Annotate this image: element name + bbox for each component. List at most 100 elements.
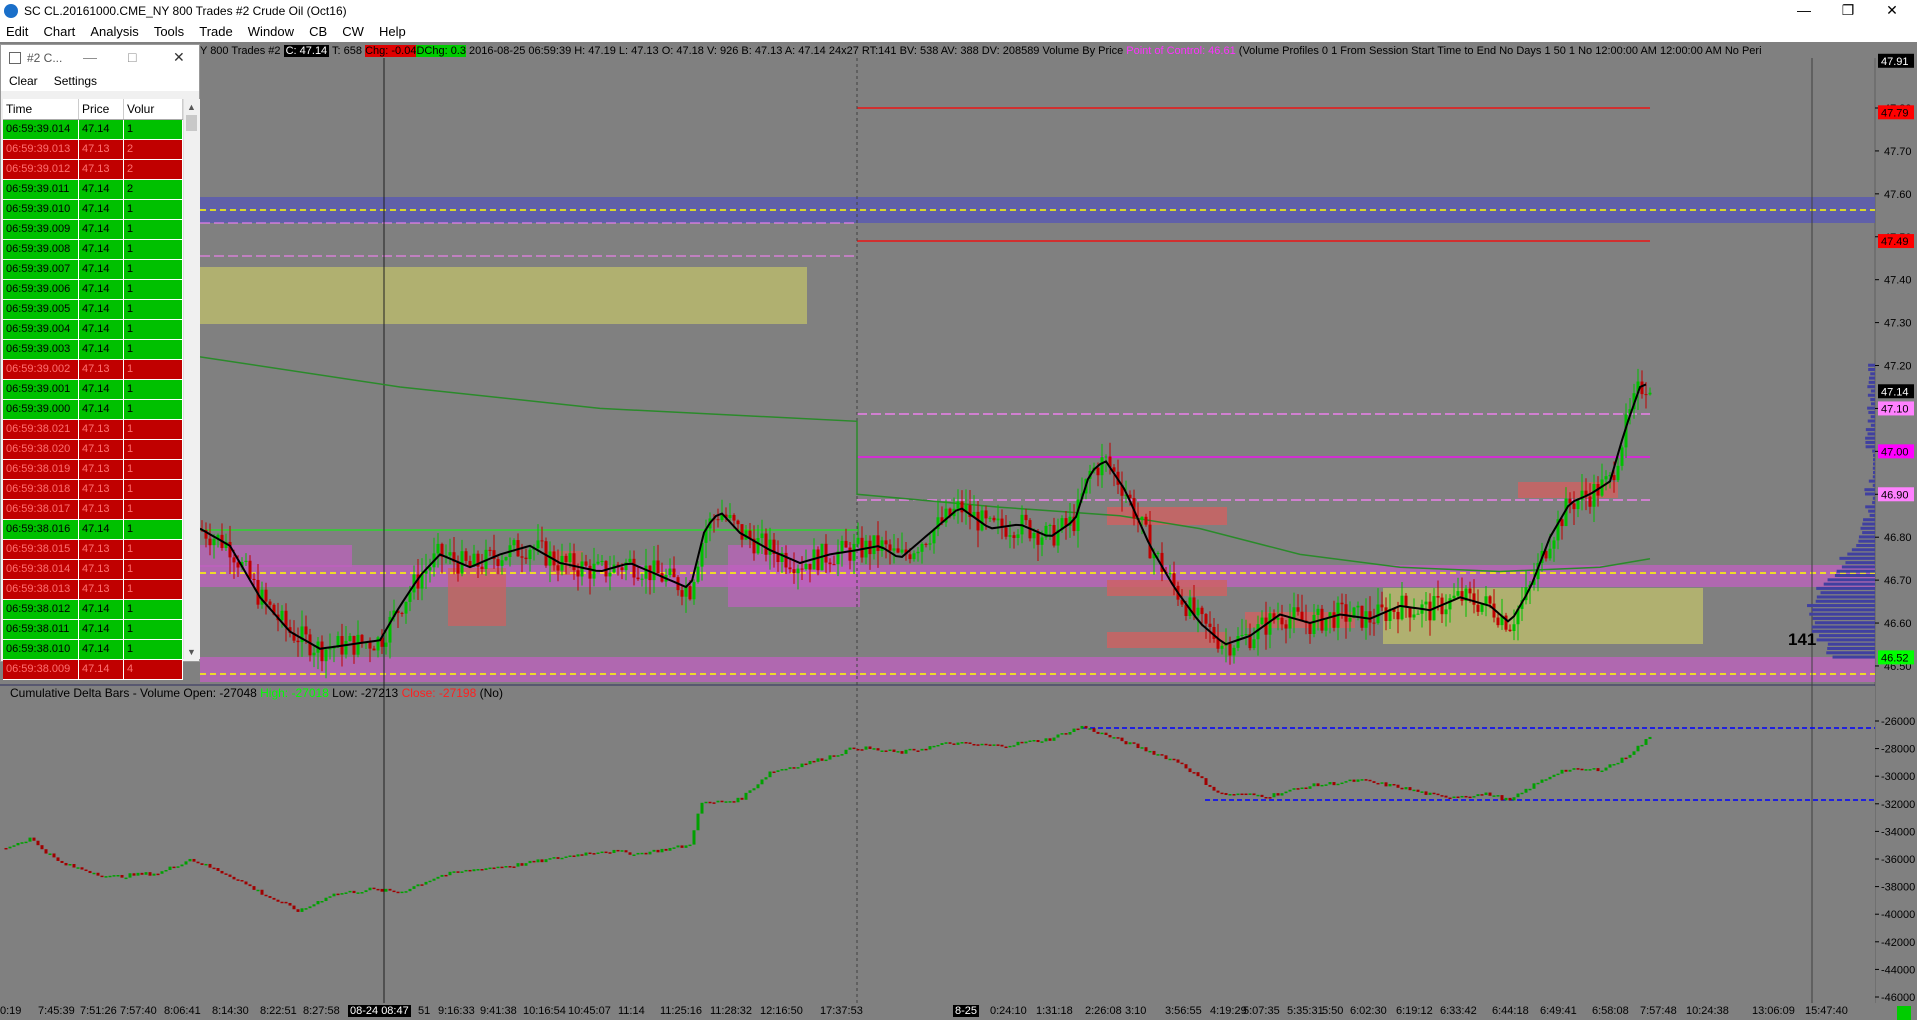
tas-row[interactable]: 06:59:38.019 47.13 1 [3, 460, 183, 480]
tas-grid[interactable]: Time Price Volur 06:59:39.014 47.14 1 06:59… [3, 99, 183, 680]
time-tick-label: 6:44:18 [1492, 1005, 1529, 1017]
price-bar-body [320, 641, 324, 662]
delta-bar [748, 790, 752, 793]
time-and-sales-window[interactable]: #2 C... — □ ✕ Clear Settings Time Price V… [0, 44, 200, 680]
tas-row[interactable]: 06:59:38.011 47.14 1 [3, 620, 183, 640]
profile-bar [1826, 651, 1875, 655]
tas-row[interactable]: 06:59:39.011 47.14 2 [3, 180, 183, 200]
delta-bar [684, 845, 688, 848]
tas-maximize-button[interactable]: □ [128, 49, 136, 65]
delta-bar [1588, 769, 1592, 771]
profile-bar [1862, 522, 1875, 526]
time-tick-label: 8:27:58 [303, 1005, 340, 1017]
delta-bar [1648, 736, 1652, 740]
tas-row[interactable]: 06:59:39.002 47.13 1 [3, 360, 183, 380]
delta-bar [352, 890, 356, 894]
price-bar-body [268, 601, 272, 605]
tas-row[interactable]: 06:59:38.013 47.13 1 [3, 580, 183, 600]
delta-bar [416, 884, 420, 887]
delta-bar [452, 871, 456, 873]
price-bar-body [1368, 611, 1372, 623]
tas-cell-vol: 2 [124, 160, 183, 179]
delta-bar [788, 767, 792, 769]
delta-bar [432, 878, 436, 881]
tas-row[interactable]: 06:59:39.012 47.13 2 [3, 160, 183, 180]
tas-row[interactable]: 06:59:39.008 47.14 1 [3, 240, 183, 260]
delta-panel[interactable] [0, 686, 1875, 1003]
tas-row[interactable]: 06:59:39.009 47.14 1 [3, 220, 183, 240]
scroll-up-icon[interactable]: ▲ [187, 102, 196, 112]
tas-row[interactable]: 06:59:38.016 47.14 1 [3, 520, 183, 540]
price-bar-body [900, 549, 904, 553]
price-bar-body [1004, 527, 1008, 537]
tas-settings-button[interactable]: Settings [54, 74, 97, 88]
tas-row[interactable]: 06:59:38.017 47.13 1 [3, 500, 183, 520]
delta-bar [704, 801, 708, 804]
price-bar-body [556, 565, 560, 571]
delta-bar [404, 891, 408, 893]
time-tick-label: 9:41:38 [480, 1005, 517, 1017]
tas-row[interactable]: 06:59:39.004 47.14 1 [3, 320, 183, 340]
time-tick-label: 6:49:41 [1540, 1005, 1577, 1017]
tas-row[interactable]: 06:59:39.001 47.14 1 [3, 380, 183, 400]
tas-row[interactable]: 06:59:38.009 47.14 4 [3, 660, 183, 680]
scroll-down-icon[interactable]: ▼ [187, 647, 196, 657]
tas-row[interactable]: 06:59:38.012 47.14 1 [3, 600, 183, 620]
delta-bar [1232, 794, 1236, 796]
delta-bar [244, 881, 248, 885]
delta-bar [772, 771, 776, 773]
delta-bar [1216, 790, 1220, 793]
tas-clear-button[interactable]: Clear [9, 74, 38, 88]
tas-row[interactable]: 06:59:38.021 47.13 1 [3, 420, 183, 440]
tas-row[interactable]: 06:59:39.010 47.14 1 [3, 200, 183, 220]
time-axis[interactable]: 0:19 7:45:39 7:51:26 7:57:40 8:06:41 8:14:30 8… [0, 1003, 1917, 1020]
chart-canvas[interactable]: 47.8047.7047.6047.5047.4047.3047.2047.10… [0, 0, 1917, 1020]
delta-bar [1612, 764, 1616, 766]
tas-row[interactable]: 06:59:39.000 47.14 1 [3, 400, 183, 420]
col-volume[interactable]: Volur [124, 99, 183, 119]
delta-bar [92, 872, 96, 875]
tas-row[interactable]: 06:59:38.020 47.13 1 [3, 440, 183, 460]
header-dchange: DChg: 0.3 [416, 45, 466, 57]
price-bar-body [716, 519, 720, 521]
tas-close-button[interactable]: ✕ [173, 49, 185, 66]
price-bar-body [852, 543, 856, 561]
col-price[interactable]: Price [79, 99, 124, 119]
tas-row[interactable]: 06:59:39.007 47.14 1 [3, 260, 183, 280]
delta-bar [232, 876, 236, 880]
tas-row[interactable]: 06:59:38.014 47.13 1 [3, 560, 183, 580]
delta-bar [1280, 793, 1284, 796]
tas-row[interactable]: 06:59:39.006 47.14 1 [3, 280, 183, 300]
time-tick-label: 8:22:51 [260, 1005, 297, 1017]
tas-row[interactable]: 06:59:38.010 47.14 1 [3, 640, 183, 660]
delta-bar [1108, 734, 1112, 738]
tas-row[interactable]: 06:59:38.018 47.13 1 [3, 480, 183, 500]
tas-row[interactable]: 06:59:39.003 47.14 1 [3, 340, 183, 360]
delta-bar [180, 864, 184, 867]
price-bar-body [832, 564, 836, 566]
tas-titlebar[interactable]: #2 C... — □ ✕ [1, 45, 199, 71]
tas-row[interactable]: 06:59:39.005 47.14 1 [3, 300, 183, 320]
delta-bar [364, 890, 368, 893]
delta-bar [872, 748, 876, 750]
delta-bar [476, 869, 480, 871]
profile-bar [1870, 402, 1875, 406]
delta-bar [1184, 764, 1188, 769]
price-bar-body [896, 548, 900, 553]
scroll-thumb[interactable] [186, 115, 197, 131]
delta-bar [1360, 779, 1364, 781]
delta-bar [988, 744, 992, 746]
tas-row[interactable]: 06:59:39.014 47.14 1 [3, 120, 183, 140]
price-bar-body [792, 569, 796, 574]
delta-bar [112, 875, 116, 877]
delta-bar [72, 864, 76, 868]
price-bar-body [1548, 548, 1552, 559]
col-time[interactable]: Time [3, 99, 79, 119]
tas-row[interactable]: 06:59:39.013 47.13 2 [3, 140, 183, 160]
profile-bar [1870, 389, 1875, 393]
tas-scrollbar[interactable]: ▲ ▼ [183, 99, 200, 659]
tas-row[interactable]: 06:59:38.015 47.13 1 [3, 540, 183, 560]
profile-bar [1856, 543, 1875, 547]
delta-bar [1484, 792, 1488, 796]
tas-minimize-button[interactable]: — [83, 49, 97, 65]
